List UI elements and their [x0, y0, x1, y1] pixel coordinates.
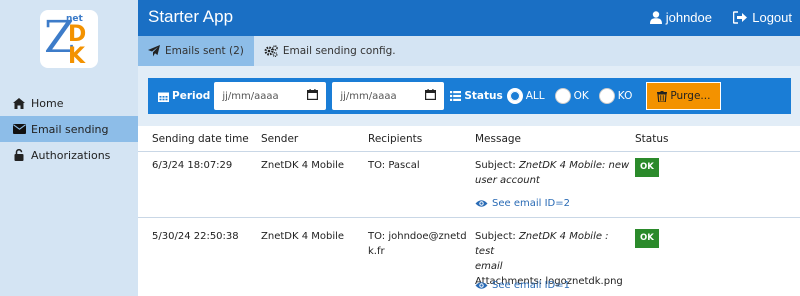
column-header-message[interactable]: Message — [475, 133, 521, 145]
cell-message: Subject: ZnetDK 4 Mobile: new user accou… — [475, 158, 630, 188]
cell-status: OK — [635, 158, 659, 177]
sidebar: Z net D K Home Email sending Authorizati… — [0, 0, 138, 296]
cell-recipients: TO: Pascal — [368, 158, 470, 173]
sidebar-item-home[interactable]: Home — [0, 90, 138, 116]
radio-label: OK — [573, 90, 589, 102]
subject-text-cont: user account — [475, 175, 540, 186]
column-header-date[interactable]: Sending date time — [152, 133, 249, 145]
znetdk-logo: Z net D K — [40, 10, 98, 68]
envelope-icon — [12, 124, 26, 134]
table-row[interactable]: 5/30/24 22:50:38 ZnetDK 4 Mobile TO: joh… — [138, 218, 800, 296]
user-menu[interactable]: johndoe — [649, 10, 712, 25]
eye-icon — [475, 281, 488, 290]
status-badge: OK — [635, 229, 659, 248]
table-header: Sending date time Sender Recipients Mess… — [138, 126, 800, 152]
cell-sender: ZnetDK 4 Mobile — [261, 231, 345, 242]
column-header-sender[interactable]: Sender — [261, 133, 298, 145]
purge-button[interactable]: Purge... — [646, 82, 722, 110]
username: johndoe — [665, 10, 712, 25]
subject-text: ZnetDK 4 Mobile: new — [518, 160, 630, 171]
paper-plane-icon — [148, 45, 160, 57]
tab-bar: Emails sent (2) Email sending config. — [138, 36, 800, 66]
sidebar-item-label: Home — [31, 96, 64, 110]
sidebar-item-authorizations[interactable]: Authorizations — [0, 142, 138, 168]
radio-circle[interactable] — [506, 88, 523, 104]
calendar-picker-icon[interactable] — [307, 89, 319, 103]
list-icon — [450, 91, 462, 101]
logo-k: K — [68, 44, 85, 68]
period-label: Period — [158, 90, 210, 102]
recipients-text-cont: k.fr — [368, 246, 385, 257]
app-title: Starter App — [148, 7, 234, 26]
app-header: Starter App johndoe Logout — [138, 0, 800, 36]
status-label: Status — [450, 90, 503, 102]
trash-icon — [657, 90, 668, 102]
status-radio-all[interactable]: ALL — [506, 88, 545, 104]
sidebar-item-email-sending[interactable]: Email sending — [0, 116, 138, 142]
tab-emails-sent[interactable]: Emails sent (2) — [138, 36, 254, 66]
sidebar-item-label: Authorizations — [31, 148, 111, 162]
tab-email-sending-config[interactable]: Email sending config. — [254, 36, 406, 66]
status-label-text: Status — [464, 90, 503, 102]
subject-text-cont: email — [475, 261, 503, 272]
user-icon — [649, 11, 662, 24]
sidebar-item-label: Email sending — [31, 122, 109, 136]
tab-label: Email sending config. — [282, 45, 396, 57]
status-badge: OK — [635, 158, 659, 177]
cell-date: 5/30/24 22:50:38 — [152, 231, 239, 242]
date-to-input[interactable]: jj/mm/aaaa — [332, 82, 445, 110]
purge-label: Purge... — [670, 90, 711, 102]
cell-sender: ZnetDK 4 Mobile — [261, 160, 345, 171]
status-radio-ok[interactable]: OK — [554, 88, 589, 104]
radio-label: KO — [617, 90, 633, 102]
column-header-recipients[interactable]: Recipients — [368, 133, 422, 145]
cell-date: 6/3/24 18:07:29 — [152, 160, 233, 171]
subject-label: Subject: — [475, 231, 516, 242]
see-email-link-text[interactable]: See email ID=1 — [492, 278, 570, 293]
see-email-link-text[interactable]: See email ID=2 — [492, 196, 570, 211]
subject-label: Subject: — [475, 160, 516, 171]
filter-bar: Period jj/mm/aaaa jj/mm/aaaa Status ALL — [148, 78, 791, 114]
date-from-input[interactable]: jj/mm/aaaa — [214, 82, 327, 110]
period-label-text: Period — [172, 90, 211, 102]
logout-icon — [733, 11, 748, 24]
eye-icon — [475, 199, 488, 208]
main-content: Period jj/mm/aaaa jj/mm/aaaa Status ALL — [138, 66, 800, 296]
column-header-status[interactable]: Status — [635, 133, 668, 145]
radio-circle[interactable] — [598, 88, 615, 104]
logo-d: D — [68, 22, 86, 47]
gears-icon — [264, 45, 278, 57]
recipients-text: TO: johndoe@znetd — [368, 231, 467, 242]
lock-icon — [12, 149, 26, 161]
see-email-link[interactable]: See email ID=2 — [475, 196, 570, 211]
cell-recipients: TO: johndoe@znetd k.fr — [368, 229, 470, 259]
emails-table: Sending date time Sender Recipients Mess… — [138, 126, 800, 296]
recipients-text: TO: Pascal — [368, 160, 420, 171]
sidebar-nav: Home Email sending Authorizations — [0, 90, 138, 168]
table-row[interactable]: 6/3/24 18:07:29 ZnetDK 4 Mobile TO: Pasc… — [138, 152, 800, 218]
see-email-link[interactable]: See email ID=1 — [475, 278, 570, 293]
status-radio-ko[interactable]: KO — [598, 88, 633, 104]
calendar-icon — [158, 91, 169, 102]
logout-button[interactable]: Logout — [733, 10, 792, 25]
logout-label: Logout — [752, 10, 792, 25]
radio-label: ALL — [525, 90, 545, 102]
calendar-picker-icon[interactable] — [425, 89, 437, 103]
date-from-placeholder: jj/mm/aaaa — [222, 90, 279, 102]
cell-status: OK — [635, 229, 659, 248]
radio-circle[interactable] — [554, 88, 571, 104]
date-to-placeholder: jj/mm/aaaa — [340, 90, 397, 102]
tab-label: Emails sent (2) — [165, 45, 244, 57]
home-icon — [12, 97, 26, 109]
